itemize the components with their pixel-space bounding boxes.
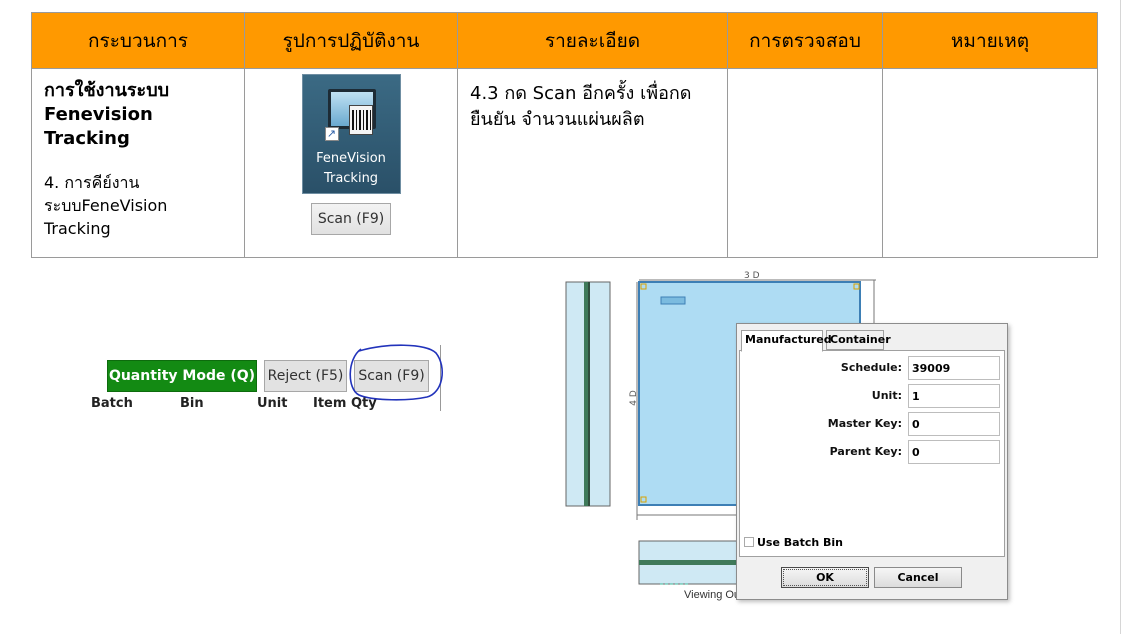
- parent-key-field[interactable]: [908, 440, 1000, 464]
- practice-image-cell: ↗ FeneVision Tracking Scan (F9): [244, 68, 458, 258]
- column-header-item-qty: Item Qty: [313, 396, 377, 411]
- header-remark: หมายเหตุ: [882, 12, 1098, 69]
- process-table: กระบวนการ รูปการปฏิบัติงาน รายละเอียด กา…: [31, 12, 1098, 258]
- column-header-batch: Batch: [91, 396, 133, 411]
- parent-key-label: Parent Key:: [829, 445, 902, 458]
- tab-manufactured[interactable]: Manufactured: [741, 330, 832, 352]
- dialog-tab-panel: Schedule: Unit: Master Key: Parent Key:: [739, 350, 1005, 557]
- master-key-row: Master Key:: [740, 412, 1006, 436]
- parent-key-row: Parent Key:: [740, 440, 1006, 464]
- app-icon-label: FeneVision Tracking: [303, 149, 400, 189]
- master-key-field[interactable]: [908, 412, 1000, 436]
- column-header-unit: Unit: [257, 396, 288, 411]
- inspection-cell: [727, 68, 883, 258]
- schedule-label: Schedule:: [840, 361, 902, 374]
- unit-label: Unit:: [871, 389, 902, 402]
- barcode-icon: [348, 105, 373, 135]
- column-header-bin: Bin: [180, 396, 204, 411]
- process-cell: การใช้งานระบบ Fenevision Tracking 4. การ…: [31, 68, 245, 258]
- process-step-line: Tracking: [44, 219, 111, 238]
- scan-toolbar: Quantity Mode (Q) Reject (F5) Scan (F9) …: [91, 344, 451, 420]
- remark-cell: [882, 68, 1098, 258]
- schedule-field[interactable]: [908, 356, 1000, 380]
- unit-field[interactable]: [908, 384, 1000, 408]
- process-title-line: Tracking: [44, 128, 130, 149]
- use-batch-bin-label: Use Batch Bin: [757, 536, 844, 549]
- cancel-button[interactable]: Cancel: [874, 567, 962, 588]
- unit-row: Unit:: [740, 384, 1006, 408]
- app-icon-label-line: Tracking: [323, 171, 379, 186]
- top-dimension-label: 3 D: [744, 271, 760, 281]
- table-row: การใช้งานระบบ Fenevision Tracking 4. การ…: [31, 68, 1098, 258]
- manufactured-dialog: Manufactured Container Schedule: Unit: M…: [736, 323, 1008, 600]
- ok-button[interactable]: OK: [781, 567, 869, 588]
- table-header-row: กระบวนการ รูปการปฏิบัติงาน รายละเอียด กา…: [31, 12, 1098, 69]
- process-step-line: 4. การคีย์งาน: [44, 173, 140, 192]
- process-title-line: การใช้งานระบบ: [44, 80, 170, 101]
- use-batch-bin-checkbox[interactable]: [744, 537, 754, 547]
- use-batch-bin-row: Use Batch Bin: [744, 536, 843, 549]
- scan-button[interactable]: Scan (F9): [311, 203, 391, 235]
- detail-line: ยืนยัน จำนวนแผ่นผลิต: [470, 109, 645, 130]
- schedule-row: Schedule:: [740, 356, 1006, 380]
- header-detail: รายละเอียด: [457, 12, 728, 69]
- app-icon-label-line: FeneVision: [316, 151, 386, 166]
- fenevision-app-icon[interactable]: ↗ FeneVision Tracking: [301, 74, 401, 194]
- detail-line: 4.3 กด Scan อีกครั้ง เพื่อกด: [470, 83, 692, 104]
- header-process: กระบวนการ: [31, 12, 245, 69]
- process-title-line: Fenevision: [44, 104, 153, 125]
- detail-cell: 4.3 กด Scan อีกครั้ง เพื่อกด ยืนยัน จำนว…: [457, 68, 728, 258]
- header-inspection: การตรวจสอบ: [727, 12, 883, 69]
- header-practice-image: รูปการปฏิบัติงาน: [244, 12, 458, 69]
- tab-container[interactable]: Container: [826, 330, 891, 350]
- master-key-label: Master Key:: [827, 417, 902, 430]
- process-step-line: ระบบFeneVision: [44, 196, 168, 215]
- side-dimension-label: 4 D: [628, 390, 639, 406]
- shortcut-arrow-icon: ↗: [324, 127, 339, 141]
